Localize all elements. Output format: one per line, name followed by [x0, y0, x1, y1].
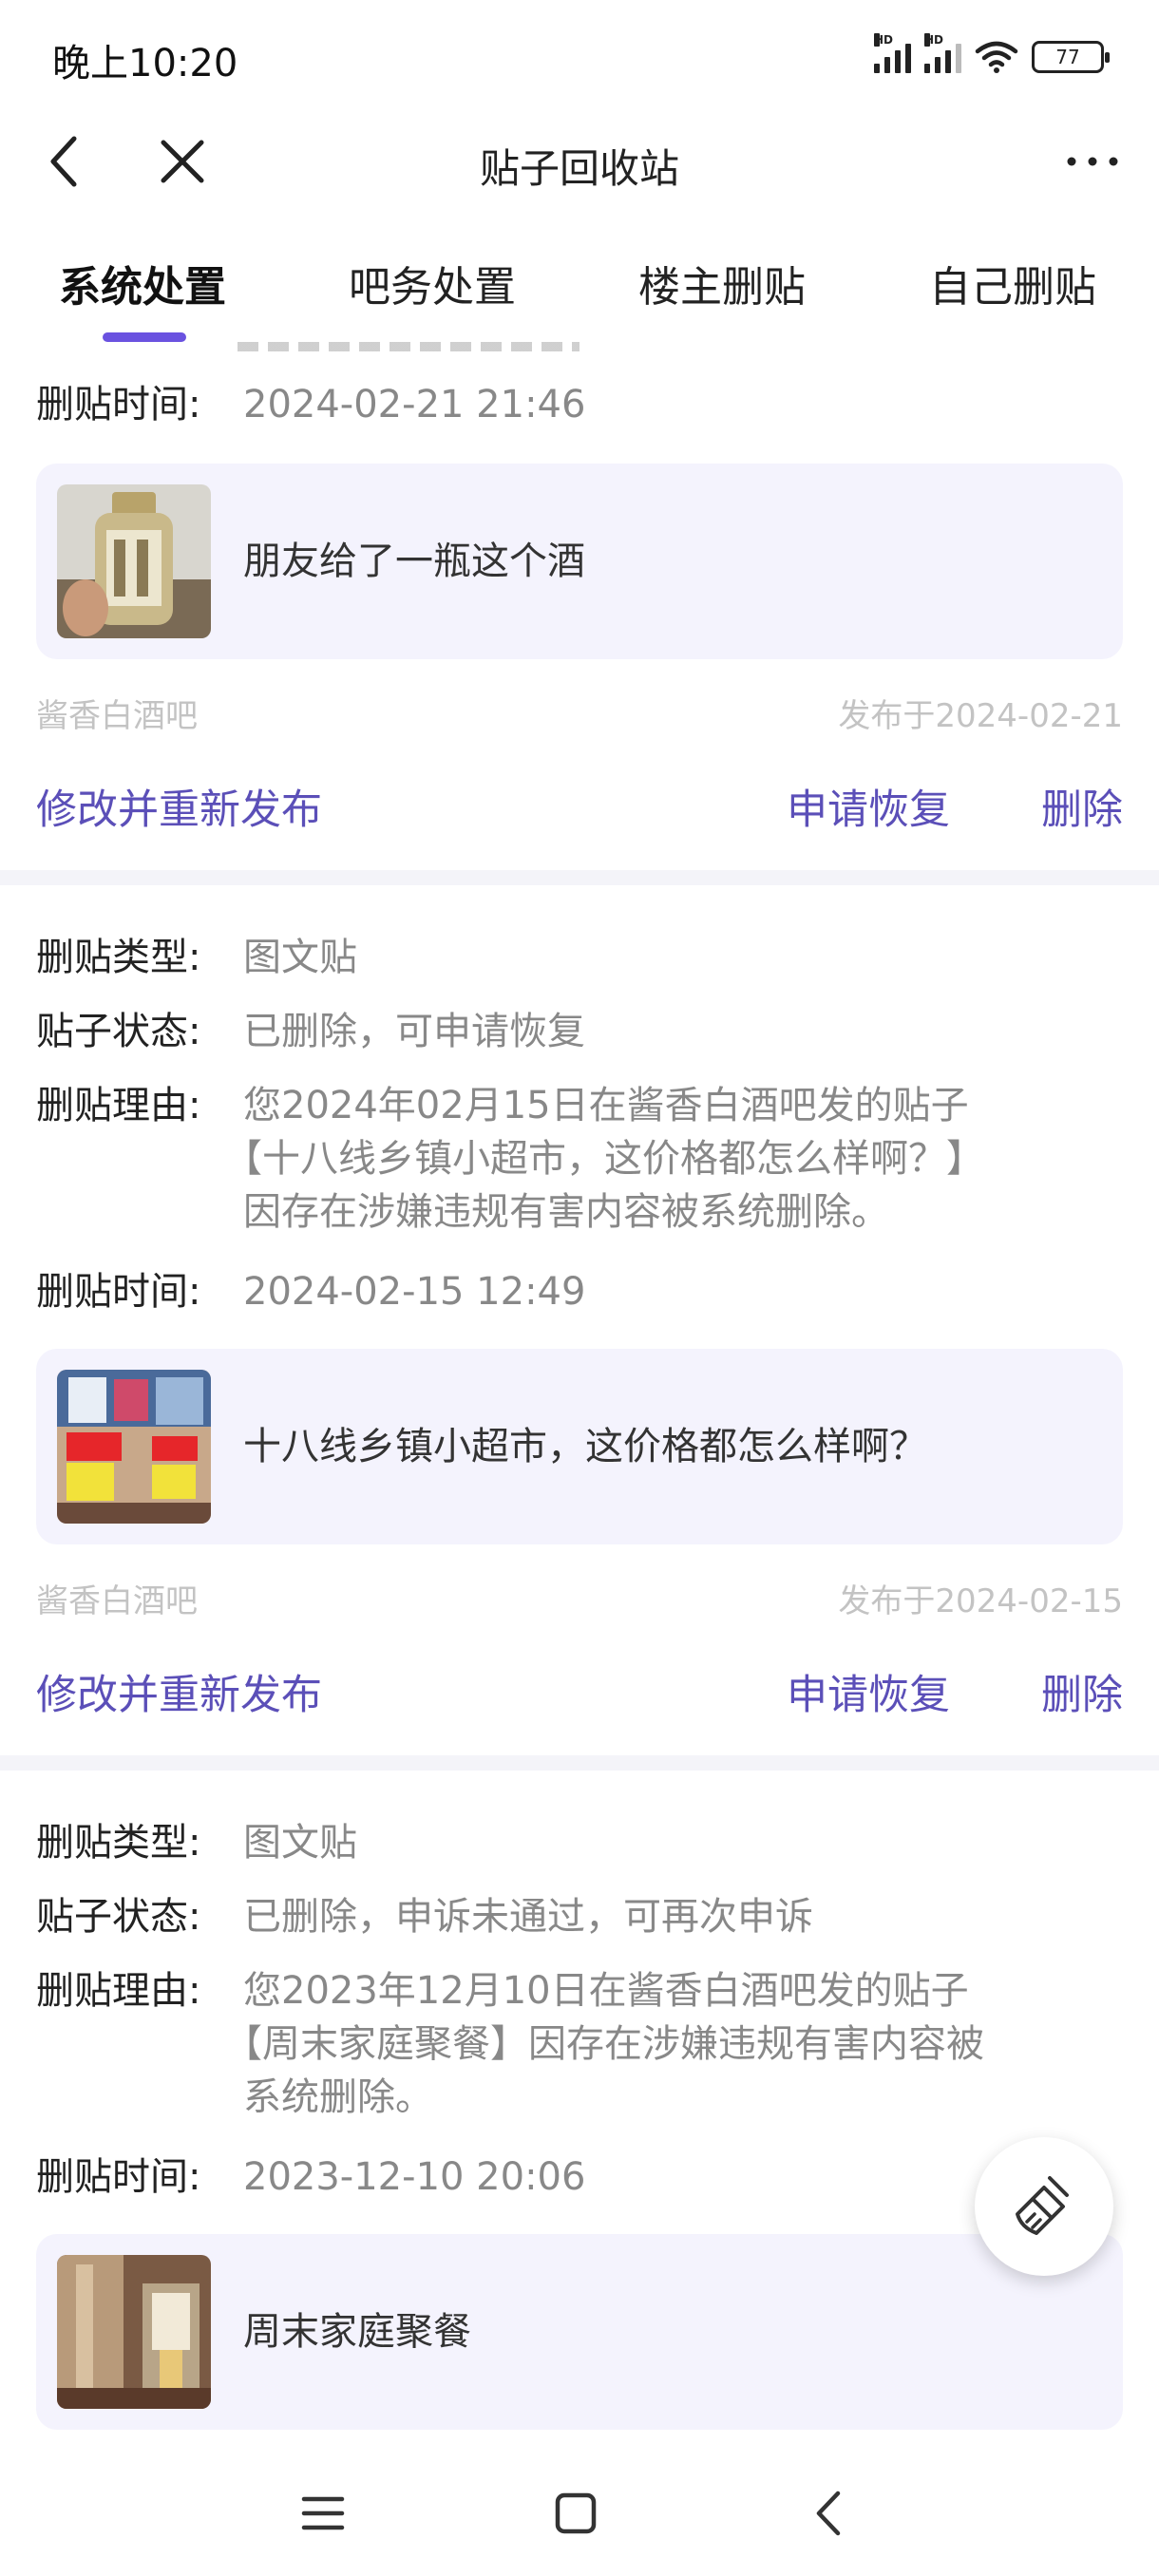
publish-date: 发布于2024-02-15	[838, 1582, 1123, 1620]
delete-reason-label: 删贴理由:	[36, 1084, 201, 1127]
delete-time-label: 删贴时间:	[36, 2155, 201, 2199]
delete-reason-value: 您2023年12月10日在酱香白酒吧发的贴子 【周末家庭聚餐】因存在涉嫌违规有害…	[224, 1964, 1123, 2124]
divider	[0, 1755, 1159, 1771]
post-title: 周末家庭聚餐	[243, 2310, 471, 2354]
post-title: 朋友给了一瓶这个酒	[243, 540, 585, 583]
post-thumbnail	[57, 1370, 211, 1524]
tab-indicator	[103, 332, 186, 342]
post-status-label: 贴子状态:	[36, 1010, 201, 1053]
publish-date: 发布于2024-02-21	[838, 697, 1123, 735]
system-back-button[interactable]	[790, 2483, 866, 2544]
tab-owner[interactable]: 楼主删贴	[638, 253, 806, 313]
post-thumbnail	[57, 2255, 211, 2409]
delete-type-label: 删贴类型:	[36, 1821, 201, 1865]
back-triangle-icon	[816, 2491, 841, 2536]
home-square-icon	[555, 2492, 597, 2534]
delete-time-value: 2024-02-15 12:49	[243, 1270, 586, 1314]
status-bar: 晚上10:20 HD HD 77	[0, 0, 1159, 104]
delete-type-value: 图文贴	[243, 936, 357, 979]
delete-type-label: 删贴类型:	[36, 936, 201, 979]
tab-self[interactable]: 自己删贴	[929, 253, 1096, 313]
post-card[interactable]: 周末家庭聚餐	[36, 2234, 1123, 2430]
reason-line: 【十八线乡镇小超市，这价格都怎么样啊？】	[224, 1137, 984, 1181]
request-recovery-button[interactable]: 申请恢复	[787, 777, 950, 836]
status-icons: HD HD 77	[874, 33, 1110, 78]
reason-line: 因存在涉嫌违规有害内容被系统删除。	[243, 1190, 889, 1234]
nav-bar: 贴子回收站	[0, 104, 1159, 218]
divider	[0, 870, 1159, 885]
delete-reason-value: 您2024年02月15日在酱香白酒吧发的贴子 【十八线乡镇小超市，这价格都怎么样…	[224, 1079, 1123, 1239]
edit-republish-button[interactable]: 修改并重新发布	[36, 777, 322, 836]
broom-icon	[1016, 2176, 1069, 2235]
delete-type-value: 图文贴	[243, 1821, 357, 1865]
delete-time-label: 删贴时间:	[36, 383, 201, 426]
post-card[interactable]: 朋友给了一瓶这个酒	[36, 464, 1123, 659]
tab-system[interactable]: 系统处置	[59, 253, 226, 313]
post-status-label: 贴子状态:	[36, 1895, 201, 1939]
post-title: 十八线乡镇小超市，这价格都怎么样啊？	[243, 1425, 927, 1468]
clear-button[interactable]	[975, 2137, 1113, 2276]
request-recovery-button[interactable]: 申请恢复	[787, 1662, 950, 1721]
signal-icon: HD	[874, 33, 911, 73]
tab-admin[interactable]: 吧务处置	[349, 253, 516, 313]
recent-apps-button[interactable]	[285, 2483, 361, 2544]
post-thumbnail	[57, 484, 211, 638]
system-nav-bar	[0, 2451, 1159, 2576]
page-title: 贴子回收站	[479, 145, 679, 192]
wifi-icon	[975, 41, 1018, 73]
reason-line: 系统删除。	[243, 2075, 433, 2119]
reason-line: 您2023年12月10日在酱香白酒吧发的贴子	[243, 1969, 969, 2013]
reason-line: 【周末家庭聚餐】因存在涉嫌违规有害内容被	[224, 2022, 984, 2066]
delete-time-value: 2024-02-21 21:46	[243, 383, 586, 426]
post-status-value: 已删除，申诉未通过，可再次申诉	[243, 1895, 813, 1939]
reason-line: 您2024年02月15日在酱香白酒吧发的贴子	[243, 1084, 969, 1127]
delete-reason-label: 删贴理由:	[36, 1969, 201, 2013]
home-button[interactable]	[538, 2483, 614, 2544]
delete-time-label: 删贴时间:	[36, 1270, 201, 1314]
status-time: 晚上10:20	[52, 42, 238, 85]
battery-icon: 77	[1032, 41, 1110, 73]
more-button[interactable]	[1054, 123, 1130, 199]
post-list[interactable]: 删贴时间: 2024-02-21 21:46 朋友给了一瓶这个酒 酱香白酒吧 发…	[0, 342, 1159, 2451]
tab-bar: 系统处置 吧务处置 楼主删贴 自己删贴	[0, 218, 1159, 342]
forum-name: 酱香白酒吧	[36, 1582, 198, 1620]
post-status-value: 已删除，可申请恢复	[243, 1010, 585, 1053]
delete-button[interactable]: 删除	[1041, 777, 1123, 836]
forum-name: 酱香白酒吧	[36, 697, 198, 735]
more-horizontal-icon	[1067, 157, 1118, 166]
delete-button[interactable]: 删除	[1041, 1662, 1123, 1721]
post-card[interactable]: 十八线乡镇小超市，这价格都怎么样啊？	[36, 1349, 1123, 1544]
signal-icon-2: HD	[924, 33, 961, 73]
menu-icon	[301, 2496, 345, 2530]
clipped-text	[238, 342, 580, 351]
edit-republish-button[interactable]: 修改并重新发布	[36, 1662, 322, 1721]
